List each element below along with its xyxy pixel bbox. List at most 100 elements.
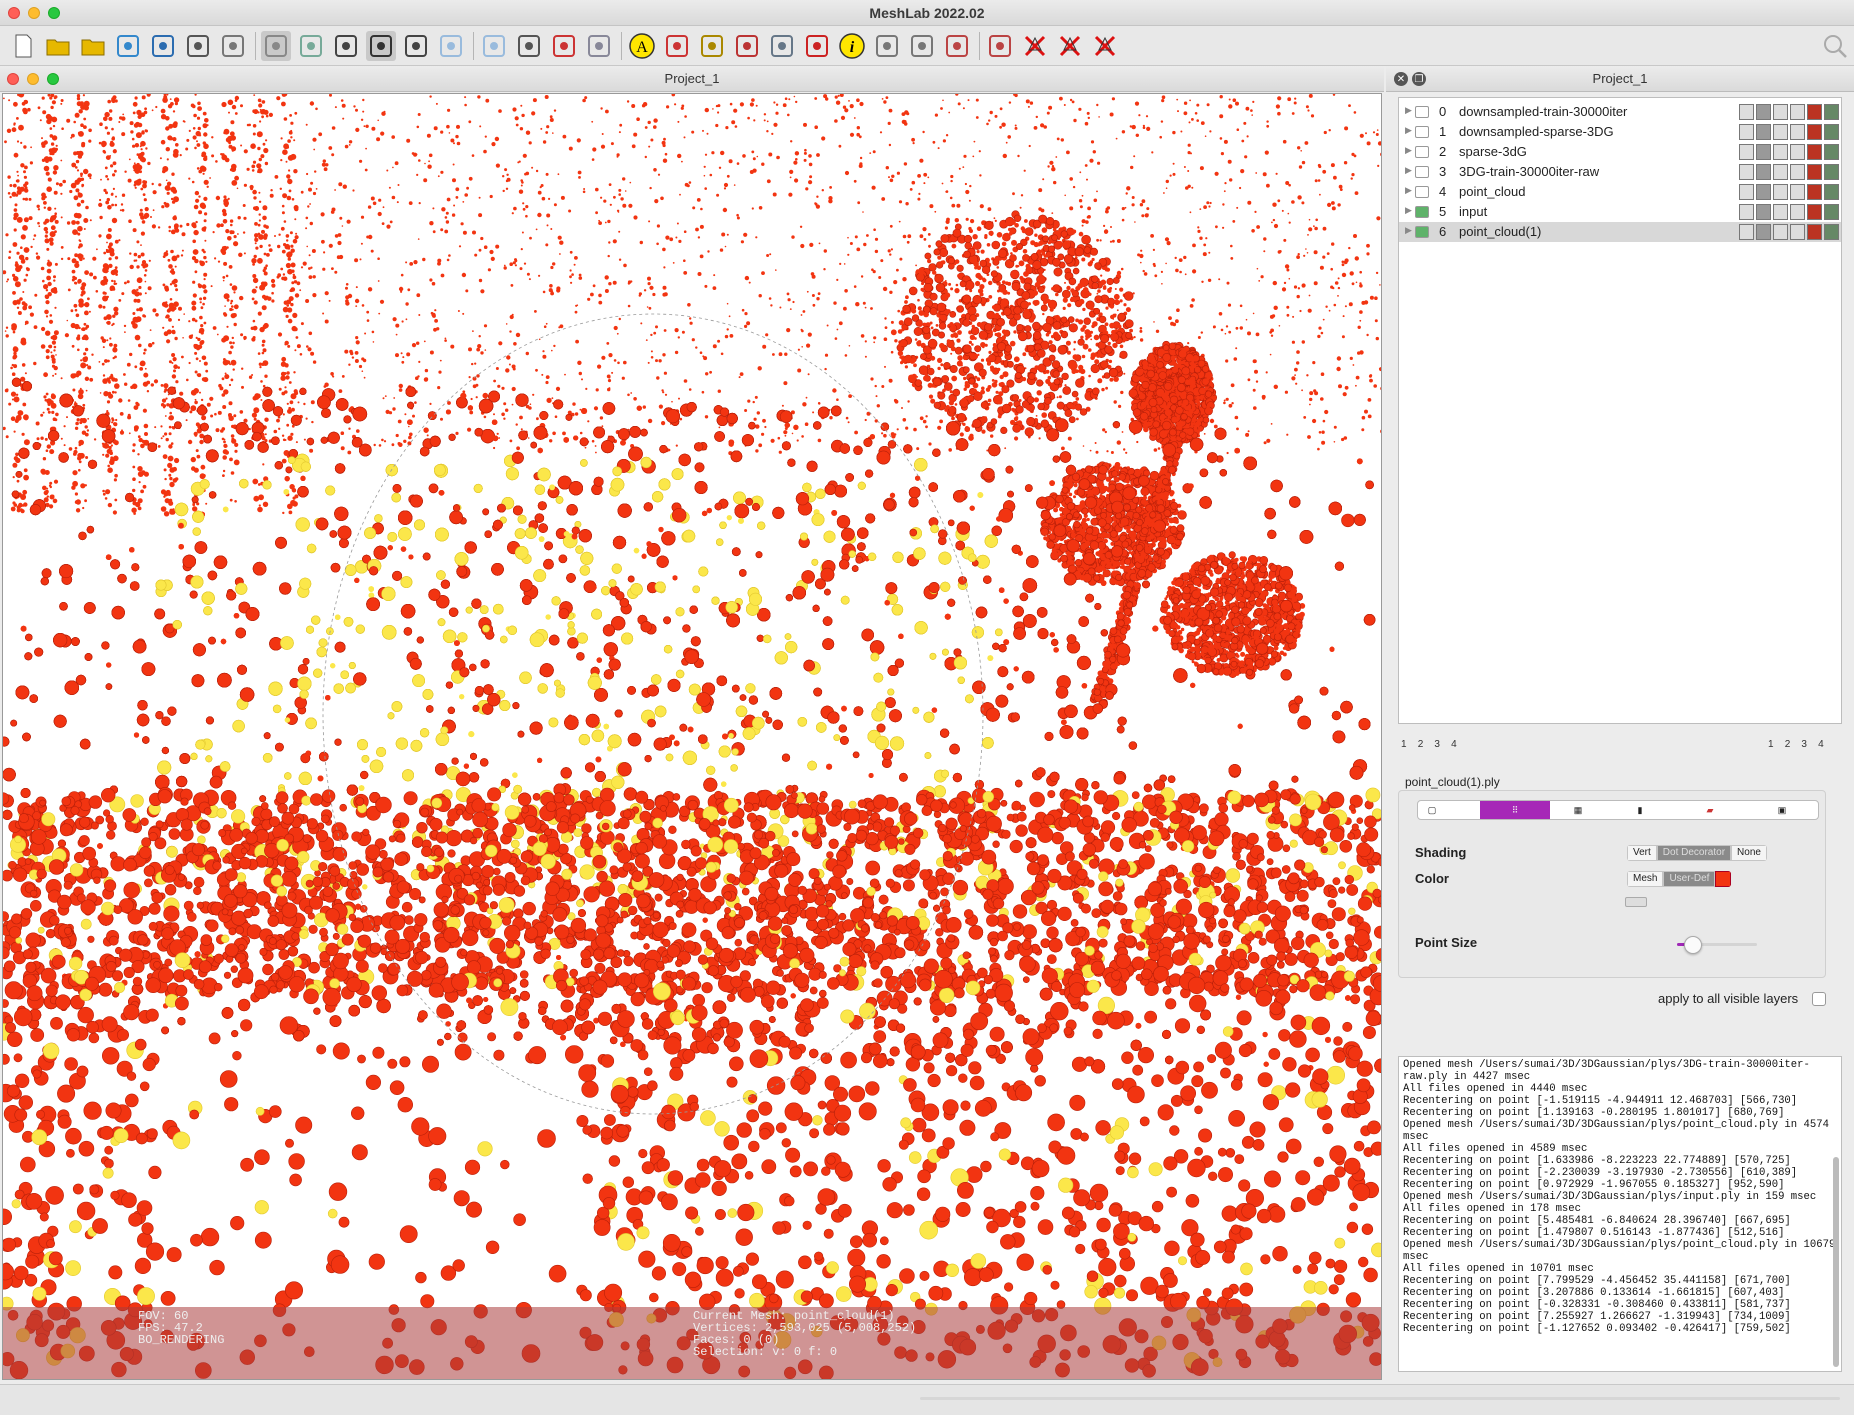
visibility-toggle-icon[interactable] xyxy=(1415,126,1429,138)
points-icon[interactable] xyxy=(366,31,396,61)
page-3[interactable]: 3 xyxy=(1434,739,1440,750)
layer-row[interactable]: ▶ 6 point_cloud(1) xyxy=(1399,222,1841,242)
new-project-icon[interactable] xyxy=(8,31,38,61)
bbox-icon[interactable] xyxy=(331,31,361,61)
visibility-toggle-icon[interactable] xyxy=(1415,186,1429,198)
bbox-toggle-icon[interactable] xyxy=(1739,224,1754,240)
page-2-right[interactable]: 2 xyxy=(1785,739,1791,750)
3d-viewport[interactable]: FOV: 60 FPS: 47.2 BO_RENDERING Current M… xyxy=(2,93,1382,1380)
status-scrollbar[interactable] xyxy=(920,1397,1840,1400)
wire-toggle-icon[interactable] xyxy=(1773,204,1788,220)
wire-toggle-icon[interactable] xyxy=(1773,144,1788,160)
points-toggle-icon[interactable] xyxy=(1756,204,1771,220)
layer-row[interactable]: ▶ 4 point_cloud xyxy=(1399,182,1841,202)
bbox-toggle-icon[interactable] xyxy=(1739,124,1754,140)
show-grid-icon[interactable] xyxy=(296,31,326,61)
bbox-toggle-icon[interactable] xyxy=(1739,164,1754,180)
wire-toggle-icon[interactable] xyxy=(1773,224,1788,240)
points-toggle-icon[interactable] xyxy=(1756,224,1771,240)
bbox-toggle-icon[interactable] xyxy=(1739,184,1754,200)
select-icon[interactable] xyxy=(872,31,902,61)
flat-toggle-icon[interactable] xyxy=(1790,184,1805,200)
paint-icon[interactable] xyxy=(732,31,762,61)
tab-bbox[interactable]: ▢ xyxy=(1424,801,1440,819)
texture-toggle-icon[interactable] xyxy=(1824,144,1839,160)
flat-toggle-icon[interactable] xyxy=(1790,164,1805,180)
shading-vert-option[interactable]: Vert xyxy=(1627,845,1657,861)
delete-selected-icon[interactable] xyxy=(1090,31,1120,61)
smooth-toggle-icon[interactable] xyxy=(1807,224,1822,240)
bbox-toggle-icon[interactable] xyxy=(1739,104,1754,120)
expand-arrow-icon[interactable]: ▶ xyxy=(1405,145,1412,156)
layer-row[interactable]: ▶ 3 3DG-train-30000iter-raw xyxy=(1399,162,1841,182)
flat-toggle-icon[interactable] xyxy=(1790,104,1805,120)
color-userdef-option[interactable]: User-Def xyxy=(1663,871,1716,887)
visibility-toggle-icon[interactable] xyxy=(1415,166,1429,178)
points-toggle-icon[interactable] xyxy=(1756,164,1771,180)
smooth-toggle-icon[interactable] xyxy=(1807,104,1822,120)
reload-icon[interactable] xyxy=(113,31,143,61)
color-swatch[interactable] xyxy=(1715,871,1732,887)
pick-icon[interactable] xyxy=(767,31,797,61)
tab-smooth[interactable]: ▰ xyxy=(1702,801,1718,819)
tab-texture[interactable]: ▣ xyxy=(1774,801,1790,819)
layer-row[interactable]: ▶ 1 downsampled-sparse-3DG xyxy=(1399,122,1841,142)
texture-toggle-icon[interactable] xyxy=(1824,224,1839,240)
flat-toggle-icon[interactable] xyxy=(1790,144,1805,160)
wire-toggle-icon[interactable] xyxy=(1773,104,1788,120)
points-toggle-icon[interactable] xyxy=(1756,144,1771,160)
box-lines-icon[interactable] xyxy=(514,31,544,61)
tab-wireframe[interactable]: ▦ xyxy=(1570,801,1586,819)
expand-arrow-icon[interactable]: ▶ xyxy=(1405,225,1412,236)
texture-toggle-icon[interactable] xyxy=(1824,124,1839,140)
expand-arrow-icon[interactable]: ▶ xyxy=(1405,125,1412,136)
axis-icon[interactable] xyxy=(549,31,579,61)
expand-arrow-icon[interactable]: ▶ xyxy=(1405,205,1412,216)
visibility-toggle-icon[interactable] xyxy=(1415,146,1429,158)
page-4[interactable]: 4 xyxy=(1451,739,1457,750)
wire-toggle-icon[interactable] xyxy=(1773,124,1788,140)
open-mesh-icon[interactable] xyxy=(78,31,108,61)
smooth-icon[interactable] xyxy=(479,31,509,61)
texture-toggle-icon[interactable] xyxy=(1824,204,1839,220)
georef-icon[interactable] xyxy=(802,31,832,61)
bbox-toggle-icon[interactable] xyxy=(1739,144,1754,160)
smooth-toggle-icon[interactable] xyxy=(1807,124,1822,140)
flat-toggle-icon[interactable] xyxy=(1790,224,1805,240)
log-console[interactable]: Opened mesh /Users/sumai/3D/3DGaussian/p… xyxy=(1398,1056,1842,1372)
delete-face-icon[interactable] xyxy=(1055,31,1085,61)
select-vert-icon[interactable] xyxy=(907,31,937,61)
page-4-right[interactable]: 4 xyxy=(1818,739,1824,750)
smooth-toggle-icon[interactable] xyxy=(1807,164,1822,180)
flat-toggle-icon[interactable] xyxy=(1790,204,1805,220)
measure-icon[interactable] xyxy=(662,31,692,61)
expand-arrow-icon[interactable]: ▶ xyxy=(1405,105,1412,116)
layer-row[interactable]: ▶ 5 input xyxy=(1399,202,1841,222)
snapshot-icon[interactable] xyxy=(218,31,248,61)
layers-icon[interactable] xyxy=(261,31,291,61)
apply-all-checkbox[interactable] xyxy=(1812,992,1826,1006)
smooth-toggle-icon[interactable] xyxy=(1807,184,1822,200)
texture-toggle-icon[interactable] xyxy=(1824,164,1839,180)
search-icon[interactable] xyxy=(1820,31,1850,61)
shading-none-option[interactable]: None xyxy=(1731,845,1767,861)
page-2[interactable]: 2 xyxy=(1418,739,1424,750)
point-size-knob[interactable] xyxy=(1684,936,1702,954)
tab-points[interactable]: ⠿ xyxy=(1480,801,1550,819)
info-icon[interactable]: i xyxy=(837,31,867,61)
color-reset-button[interactable] xyxy=(1625,897,1647,907)
visibility-toggle-icon[interactable] xyxy=(1415,106,1429,118)
shading-dot-option[interactable]: Dot Decorator xyxy=(1656,845,1732,861)
wire-toggle-icon[interactable] xyxy=(1773,184,1788,200)
point-cloud-render[interactable] xyxy=(3,94,1382,1380)
texture-toggle-icon[interactable] xyxy=(1824,104,1839,120)
points-toggle-icon[interactable] xyxy=(1756,104,1771,120)
flat-icon[interactable] xyxy=(436,31,466,61)
expand-arrow-icon[interactable]: ▶ xyxy=(1405,185,1412,196)
log-scrollbar[interactable] xyxy=(1833,1157,1839,1367)
visibility-toggle-icon[interactable] xyxy=(1415,226,1429,238)
annotation-icon[interactable]: A xyxy=(627,31,657,61)
layer-row[interactable]: ▶ 0 downsampled-train-30000iter xyxy=(1399,102,1841,122)
smooth-toggle-icon[interactable] xyxy=(1807,144,1822,160)
calc-icon[interactable] xyxy=(697,31,727,61)
